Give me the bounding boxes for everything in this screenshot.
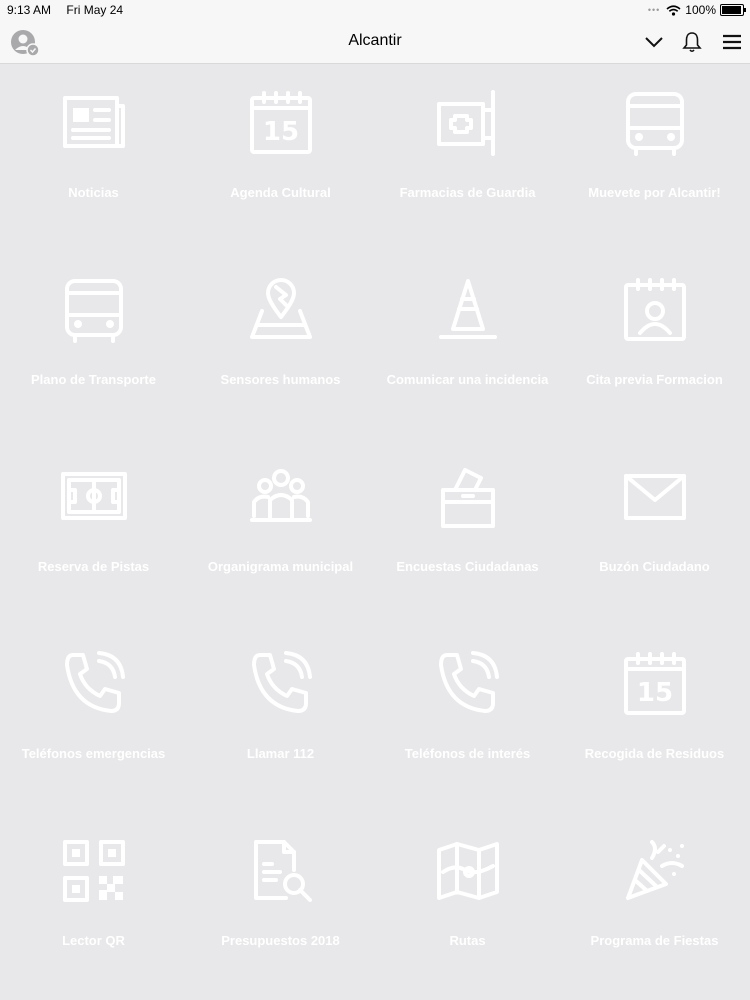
tile-label: Buzón Ciudadano — [599, 559, 710, 574]
tile-programa-de-fiestas[interactable]: Programa de Fiestas — [561, 812, 748, 999]
svg-text:15: 15 — [263, 117, 299, 147]
tile-reserva-de-pistas[interactable]: Reserva de Pistas — [0, 438, 187, 625]
tile-plano-de-transporte[interactable]: Plano de Transporte — [0, 251, 187, 438]
tile-rutas[interactable]: Rutas — [374, 812, 561, 999]
people-group-icon — [250, 469, 312, 522]
phone-icon — [439, 651, 499, 713]
map-pin-icon — [250, 278, 312, 339]
svg-text:15: 15 — [637, 678, 673, 708]
bell-icon[interactable] — [680, 30, 704, 54]
navigation-bar: Alcantir — [0, 20, 750, 64]
app-grid: Noticias 15 Agenda Cultural Farmacias de… — [0, 64, 750, 1000]
tile-recogida-de-residuos[interactable]: 15 Recogida de Residuos — [561, 625, 748, 812]
party-popper-icon — [626, 840, 684, 900]
phone-icon — [65, 651, 125, 713]
tile-label: Organigrama municipal — [207, 559, 354, 574]
tile-sensores-humanos[interactable]: Sensores humanos — [187, 251, 374, 438]
tile-label: Plano de Transporte — [31, 372, 156, 387]
tile-label: Teléfonos de interés — [404, 746, 531, 761]
tile-label: Llamar 112 — [246, 746, 315, 761]
tile-muevete-por-alcantir[interactable]: Muevete por Alcantir! — [561, 64, 748, 251]
tile-agenda-cultural[interactable]: 15 Agenda Cultural — [187, 64, 374, 251]
multitask-dots-icon: ••• — [647, 5, 661, 15]
tile-cita-previa-formacion[interactable]: Cita previa Formacion — [561, 251, 748, 438]
tile-telefonos-de-interes[interactable]: Teléfonos de interés — [374, 625, 561, 812]
tile-organigrama-municipal[interactable]: Organigrama municipal — [187, 438, 374, 625]
tile-encuestas-ciudadanas[interactable]: Encuestas Ciudadanas — [374, 438, 561, 625]
document-search-icon — [254, 840, 312, 902]
tile-label: Teléfonos emergencias — [21, 746, 166, 761]
tile-label: Sensores humanos — [220, 372, 341, 387]
tile-telefonos-emergencias[interactable]: Teléfonos emergencias — [0, 625, 187, 812]
status-bar: 9:13 AM Fri May 24 ••• 100% — [0, 0, 750, 20]
tile-label: Cita previa Formacion — [586, 372, 723, 387]
tile-label: Programa de Fiestas — [590, 933, 719, 948]
tile-label: Lector QR — [62, 933, 125, 948]
tile-lector-qr[interactable]: Lector QR — [0, 812, 187, 999]
traffic-cone-icon — [439, 279, 497, 339]
tile-label: Recogida de Residuos — [584, 746, 725, 761]
tile-label: Reserva de Pistas — [37, 559, 150, 574]
calendar-icon: 15 — [624, 652, 686, 715]
tile-label: Encuestas Ciudadanas — [396, 559, 539, 574]
tile-label: Muevete por Alcantir! — [588, 185, 721, 200]
calendar-icon: 15 — [250, 91, 312, 154]
folded-map-icon — [437, 842, 499, 900]
battery-percent: 100% — [685, 3, 716, 17]
tile-comunicar-una-incidencia[interactable]: Comunicar una incidencia — [374, 251, 561, 438]
tile-label: Presupuestos 2018 — [221, 933, 340, 948]
tile-label: Rutas — [449, 933, 486, 948]
envelope-icon — [624, 474, 686, 520]
tile-buzon-ciudadano[interactable]: Buzón Ciudadano — [561, 438, 748, 625]
chevron-down-icon[interactable] — [642, 30, 666, 54]
calendar-person-icon — [624, 278, 686, 341]
ballot-box-icon — [441, 468, 495, 528]
tile-farmacias-de-guardia[interactable]: Farmacias de Guardia — [374, 64, 561, 251]
phone-icon — [252, 651, 312, 713]
status-date: Fri May 24 — [66, 3, 124, 17]
tile-llamar-112[interactable]: Llamar 112 — [187, 625, 374, 812]
tile-label: Noticias — [68, 185, 119, 200]
page-title: Alcantir — [348, 32, 402, 49]
status-time: 9:13 AM — [7, 3, 52, 17]
sports-field-icon — [61, 472, 127, 520]
tile-label: Comunicar una incidencia — [386, 372, 549, 387]
menu-icon[interactable] — [720, 30, 744, 54]
tile-presupuestos-2018[interactable]: Presupuestos 2018 — [187, 812, 374, 999]
wifi-icon — [666, 4, 681, 16]
pharmacy-sign-icon — [437, 90, 495, 156]
tile-label: Agenda Cultural — [230, 185, 331, 200]
bus-icon — [626, 92, 684, 156]
newspaper-icon — [63, 96, 125, 148]
tile-label: Farmacias de Guardia — [399, 185, 536, 200]
qr-code-icon — [63, 840, 125, 902]
tile-noticias[interactable]: Noticias — [0, 64, 187, 251]
battery-icon — [720, 4, 746, 16]
bus-icon — [65, 279, 123, 343]
